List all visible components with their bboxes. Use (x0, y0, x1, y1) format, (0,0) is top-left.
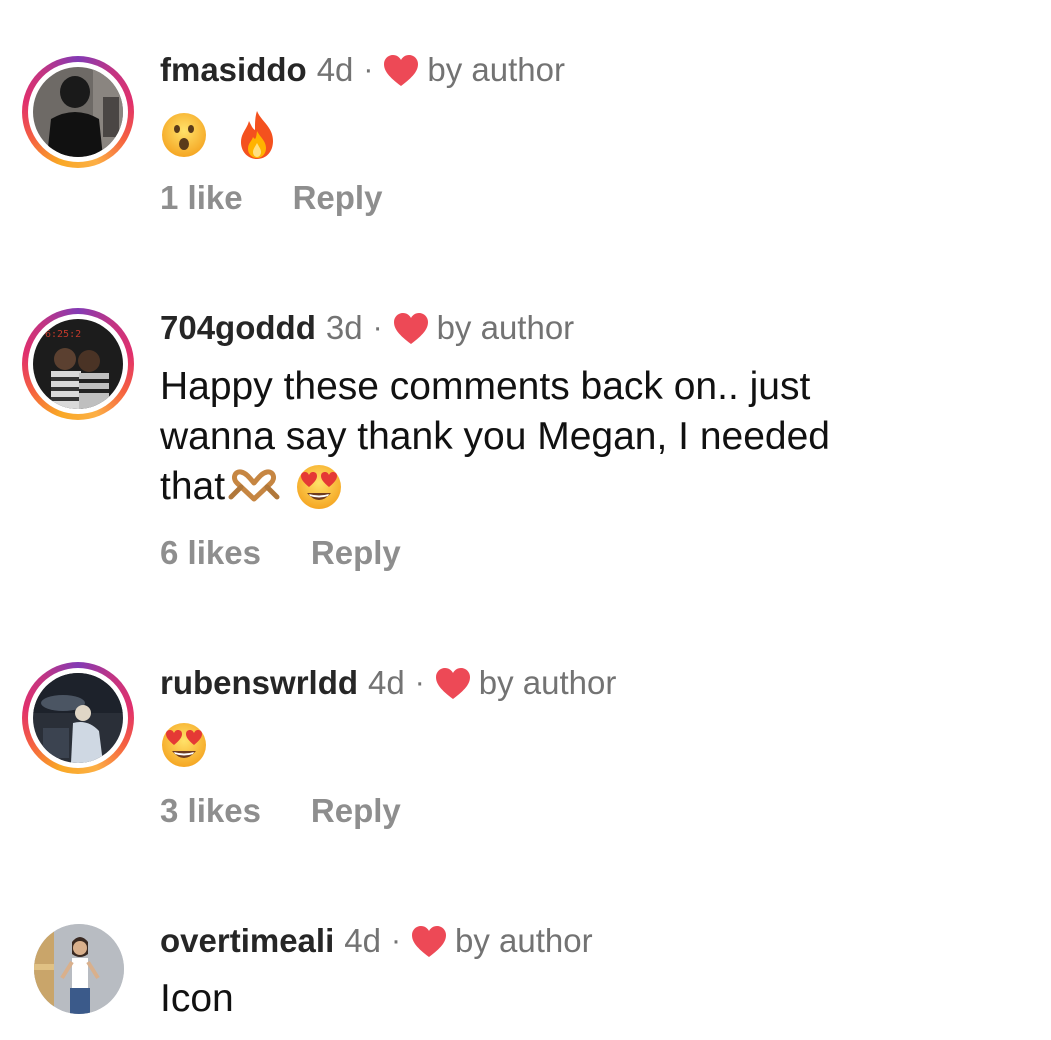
heart-eyes-emoji (162, 722, 206, 767)
avatar[interactable]: 6:25:2 (22, 308, 134, 420)
liked-by-author-label: by author (454, 922, 593, 959)
heart-icon (435, 667, 470, 699)
reply-button[interactable]: Reply (311, 534, 401, 571)
comment-text (160, 108, 1020, 161)
comment-text-line: that (160, 465, 226, 508)
heart-icon (384, 54, 419, 86)
svg-text:6:25:2: 6:25:2 (45, 329, 81, 340)
avatar[interactable] (22, 912, 134, 1024)
username[interactable]: rubenswrldd (160, 663, 358, 703)
comment-actions: 1 like Reply (160, 178, 382, 218)
comment-header: overtimeali 4d · by author (160, 921, 593, 961)
likes-count[interactable]: 1 like (160, 179, 243, 216)
avatar-image: 6:25:2 (33, 319, 123, 409)
avatar-photo-icon (33, 673, 123, 763)
comment-text-line: wanna say thank you Megan, I needed (160, 415, 830, 458)
timestamp: 3d (325, 309, 363, 346)
heart-icon (393, 312, 428, 344)
fire-emoji (240, 110, 273, 159)
username[interactable]: overtimeali (160, 921, 334, 961)
liked-by-author-label: by author (427, 51, 565, 88)
username[interactable]: fmasiddo (160, 50, 307, 90)
timestamp: 4d (344, 922, 381, 959)
comment-header: 704goddd 3d · by author (160, 308, 574, 348)
avatar-photo-icon (33, 67, 123, 157)
avatar[interactable] (22, 56, 134, 168)
comment-header: fmasiddo 4d · by author (160, 50, 565, 90)
comment-text-line: Happy these comments back on.. just (160, 365, 811, 408)
avatar[interactable] (22, 662, 134, 774)
comment-text: Happy these comments back on.. just wann… (160, 362, 1020, 512)
separator-dot: · (390, 924, 401, 957)
liked-by-author-label: by author (436, 309, 575, 346)
comment-text-line-last: that (160, 462, 1020, 512)
separator-dot: · (372, 311, 383, 344)
heart-eyes-emoji (297, 465, 342, 509)
face-open-mouth-emoji (162, 112, 206, 157)
separator-dot: · (363, 53, 374, 86)
comment-actions: 6 likes Reply (160, 533, 401, 573)
likes-count[interactable]: 3 likes (160, 792, 261, 829)
reply-button[interactable]: Reply (311, 792, 401, 829)
timestamp: 4d (368, 664, 405, 701)
comment-text (160, 718, 1020, 769)
avatar-image (33, 67, 123, 157)
reply-button[interactable]: Reply (293, 179, 383, 216)
timestamp: 4d (316, 51, 354, 88)
avatar-photo-icon: 6:25:2 (33, 319, 123, 409)
avatar-image (34, 924, 124, 1014)
avatar-photo-icon (34, 924, 124, 1014)
comment-text: Icon (160, 977, 234, 1020)
heart-hands-emoji (228, 469, 280, 502)
heart-icon (411, 925, 446, 957)
separator-dot: · (414, 666, 425, 699)
username[interactable]: 704goddd (160, 308, 316, 348)
liked-by-author-label: by author (478, 664, 617, 701)
likes-count[interactable]: 6 likes (160, 534, 261, 571)
comment-actions: 3 likes Reply (160, 791, 401, 831)
avatar-image (33, 673, 123, 763)
comment-header: rubenswrldd 4d · by author (160, 663, 616, 703)
